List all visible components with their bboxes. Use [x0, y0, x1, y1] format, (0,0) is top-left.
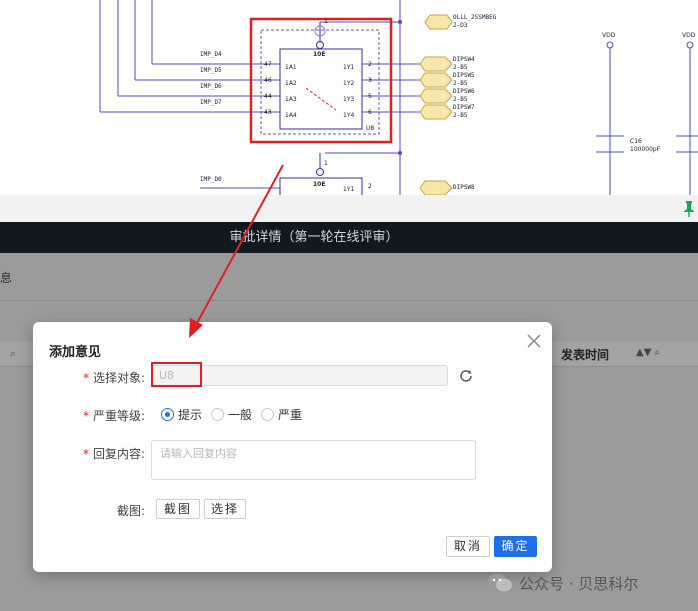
background-tab-fragment: 息 [0, 271, 13, 285]
capacitor-value: 100000pF [630, 146, 661, 153]
severity-radio-general[interactable]: 一般 [211, 406, 252, 422]
pin-number: 44 [264, 93, 272, 100]
dialog-title: 添加意见 [49, 345, 102, 360]
pin-label: 1Y1 [343, 64, 355, 71]
input-net-label: IMP_D7 [200, 99, 222, 106]
toolbar-strip [0, 195, 698, 222]
severity-label: 严重等级: [93, 409, 146, 423]
output-net-sub: 2-B5 [453, 112, 468, 119]
pin-label: 1Y3 [343, 96, 355, 103]
pin-label: 1A2 [285, 80, 297, 87]
confirm-button[interactable]: 确定 [494, 536, 537, 557]
output-net-label: DIPSW4 [453, 56, 475, 63]
screen: IMP_D4 IMP_D5 IMP_D6 IMP_D7 47 46 44 43 … [0, 0, 698, 611]
pin-number: 46 [264, 77, 272, 84]
sort-filter-icons: ▲▼ ⌕ [636, 347, 661, 358]
radio-dot [261, 407, 274, 421]
capacitor-ref: C16 [630, 138, 642, 145]
add-comment-dialog: 添加意见 * 选择对象: U8 * 严重等级: 提示 一般 严重 * 回复内容: 请输 [33, 322, 552, 572]
capture-button[interactable]: 截图 [156, 499, 200, 519]
pin-number: 47 [264, 61, 272, 68]
select-button[interactable]: 选择 [204, 499, 246, 519]
vdd-label: VDD [602, 32, 616, 39]
cancel-button[interactable]: 取消 [446, 536, 490, 557]
output-net-labels: DIPSW4 2-B5 DIPSW5 2-B5 DIPSW6 2-B5 DIPS… [453, 56, 475, 120]
reply-content-textarea[interactable]: 请输入回复内容 [151, 440, 476, 480]
pin-number: 3 [368, 77, 372, 84]
required-mark: * [83, 371, 89, 385]
severity-radio-hint[interactable]: 提示 [161, 406, 202, 422]
output-net-sub: 2-B5 [453, 80, 468, 87]
severity-label-row: * 严重等级: [83, 407, 145, 424]
top-net-name: OLLL_2SSMBEG [453, 14, 497, 21]
review-title-bar: 审批详情（第一轮在线评审） [0, 222, 698, 253]
input-net-label: IMP_D5 [200, 67, 222, 74]
column-header-post-time: 发表时间 [561, 348, 610, 362]
close-icon[interactable] [525, 332, 543, 350]
pin-label: 1Y4 [343, 112, 355, 119]
capacitor-label: C16 100000pF [630, 138, 660, 154]
output-net-label: DIPSW7 [453, 104, 475, 111]
input-pin-labels: 1A1 1A2 1A3 1A4 [285, 60, 297, 124]
radio-dot [211, 407, 224, 421]
input-pin-numbers: 47 46 44 43 [264, 57, 272, 121]
pin-icon[interactable] [682, 199, 696, 217]
reply-label: 回复内容: [93, 447, 146, 461]
screenshot-label: 截图: [117, 504, 146, 518]
chip-ref: U8 [366, 125, 375, 132]
pin-number: 5 [368, 93, 372, 100]
chip2-out-pin-number: 2 [368, 183, 372, 190]
required-mark: * [83, 447, 89, 461]
input-net-label: IMP_D4 [200, 51, 222, 58]
target-label: 选择对象: [93, 371, 146, 385]
chip2-pin-number: 1 [324, 160, 328, 167]
radio-label: 一般 [228, 407, 253, 422]
top-pin-number: 1 [324, 18, 328, 25]
target-label-row: * 选择对象: [83, 369, 145, 386]
watermark: 公众号 · 贝思科尔 [487, 571, 638, 595]
search-icon: ⌕ [10, 347, 17, 360]
pin-label: 1Y2 [343, 80, 355, 87]
radio-label: 严重 [278, 407, 303, 422]
output-net-label: DIPSW5 [453, 72, 475, 79]
top-net-sub: 2-D3 [453, 22, 468, 29]
schematic-canvas[interactable]: IMP_D4 IMP_D5 IMP_D6 IMP_D7 47 46 44 43 … [0, 0, 698, 195]
pin-number: 6 [368, 109, 372, 116]
output-pin-labels: 1Y1 1Y2 1Y3 1Y4 [343, 60, 354, 124]
output-net-sub: 2-B5 [453, 64, 468, 71]
chip-name: 10E [313, 51, 326, 58]
pin-number: 43 [264, 109, 272, 116]
vdd-label: VDD [682, 32, 696, 39]
radio-dot [161, 407, 174, 421]
refresh-icon[interactable] [459, 369, 473, 383]
output-net-sub: 2-B5 [453, 96, 468, 103]
reply-label-row: * 回复内容: [83, 445, 145, 462]
lower-net-label: IMP_D0 [200, 176, 222, 183]
radio-label: 提示 [178, 407, 203, 422]
input-net-label: IMP_D6 [200, 83, 222, 90]
pin-label: 1A1 [285, 64, 297, 71]
pin-label: 1A4 [285, 112, 297, 119]
divider [0, 300, 698, 301]
chip2-out-pin-label: 1Y1 [343, 186, 355, 193]
wechat-icon [488, 574, 512, 592]
chip2-name: 10E [313, 181, 326, 188]
severity-radio-severe[interactable]: 严重 [261, 406, 302, 422]
lower-out-net-label: DIPSW8 [453, 184, 475, 191]
pin-number: 2 [368, 61, 372, 68]
required-mark: * [83, 409, 89, 423]
watermark-text: 公众号 · 贝思科尔 [519, 574, 639, 593]
output-pin-numbers: 2 3 5 6 [368, 57, 372, 121]
output-net-label: DIPSW6 [453, 88, 475, 95]
target-highlight-box [151, 362, 202, 387]
top-net-label: OLLL_2SSMBEG 2-D3 [453, 14, 496, 30]
pin-label: 1A3 [285, 96, 297, 103]
input-net-labels: IMP_D4 IMP_D5 IMP_D6 IMP_D7 [200, 47, 222, 111]
